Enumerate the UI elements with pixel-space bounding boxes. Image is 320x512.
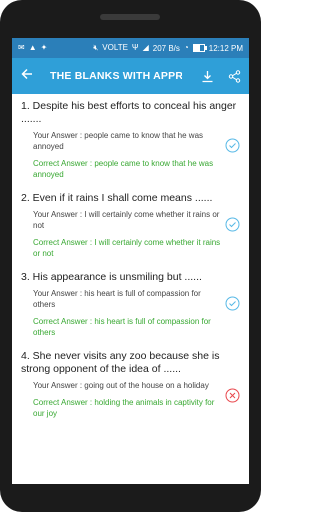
answers: Your Answer : people came to know that h… — [21, 130, 223, 180]
app-screen: ✉ ▲ ✦ 🔇︎ VOLTE Ψ ◢ 207 B/s ◔ 12:12 PM TH… — [12, 38, 249, 484]
scroll-fade — [12, 460, 249, 484]
mute-icon: 🔇︎ — [93, 43, 99, 52]
usb-icon: Ψ — [131, 43, 139, 52]
correct-answer: Correct Answer : his heart is full of co… — [33, 317, 211, 337]
status-bar-right: 🔇︎ VOLTE Ψ ◢ 207 B/s ◔ 12:12 PM — [93, 44, 243, 53]
question-item: 4. She never visits any zoo because she … — [21, 350, 241, 419]
answer-row: Your Answer : people came to know that h… — [21, 130, 241, 180]
notification-icon: ✉ — [18, 43, 25, 52]
question-item: 1. Despite his best efforts to conceal h… — [21, 100, 241, 180]
back-arrow-icon[interactable] — [16, 67, 38, 85]
share-icon[interactable] — [228, 69, 241, 83]
check-circle-icon — [223, 217, 241, 232]
clock: 12:12 PM — [208, 43, 243, 53]
notification-icon: ✦ — [40, 43, 48, 52]
check-circle-icon — [223, 138, 241, 153]
app-toolbar: THE BLANKS WITH APPRO — [12, 58, 249, 94]
status-bar-left: ✉ ▲ ✦ — [18, 44, 47, 52]
phone-frame: ✉ ▲ ✦ 🔇︎ VOLTE Ψ ◢ 207 B/s ◔ 12:12 PM TH… — [0, 0, 261, 512]
your-answer: Your Answer : going out of the house on … — [33, 381, 209, 390]
question-text: 3. His appearance is unsmiling but .....… — [21, 271, 202, 283]
toolbar-title: THE BLANKS WITH APPRO — [50, 70, 182, 82]
your-answer: Your Answer : people came to know that h… — [33, 131, 204, 151]
answer-row: Your Answer : I will certainly come whet… — [21, 209, 241, 259]
toolbar-actions — [201, 58, 241, 94]
answers: Your Answer : going out of the house on … — [21, 380, 223, 419]
answers: Your Answer : his heart is full of compa… — [21, 288, 223, 338]
answers: Your Answer : I will certainly come whet… — [21, 209, 223, 259]
question-text: 1. Despite his best efforts to conceal h… — [21, 100, 237, 125]
network-speed: 207 B/s — [152, 43, 180, 53]
your-answer: Your Answer : his heart is full of compa… — [33, 289, 201, 309]
your-answer: Your Answer : I will certainly come whet… — [33, 210, 220, 230]
answer-row: Your Answer : his heart is full of compa… — [21, 288, 241, 338]
wrong-circle-icon — [223, 388, 241, 403]
questions-list: 1. Despite his best efforts to conceal h… — [12, 94, 249, 419]
question-text: 2. Even if it rains I shall come means .… — [21, 192, 213, 204]
signal-icon: ◢ — [142, 43, 149, 52]
answer-row: Your Answer : going out of the house on … — [21, 380, 241, 419]
battery-icon — [192, 44, 207, 52]
status-bar: ✉ ▲ ✦ 🔇︎ VOLTE Ψ ◢ 207 B/s ◔ 12:12 PM — [12, 38, 249, 58]
correct-answer: Correct Answer : people came to know tha… — [33, 159, 214, 179]
question-item: 3. His appearance is unsmiling but .....… — [21, 271, 241, 338]
notification-icon: ▲ — [28, 43, 37, 52]
volte-icon: VOLTE — [102, 43, 128, 52]
download-icon[interactable] — [201, 70, 214, 83]
correct-answer: Correct Answer : I will certainly come w… — [33, 238, 221, 258]
battery-level — [193, 45, 200, 51]
question-item: 2. Even if it rains I shall come means .… — [21, 192, 241, 259]
wifi-icon: ◔ — [183, 43, 189, 52]
correct-answer: Correct Answer : holding the animals in … — [33, 398, 215, 418]
check-circle-icon — [223, 296, 241, 311]
question-text: 4. She never visits any zoo because she … — [21, 350, 220, 375]
phone-speaker — [100, 14, 160, 20]
